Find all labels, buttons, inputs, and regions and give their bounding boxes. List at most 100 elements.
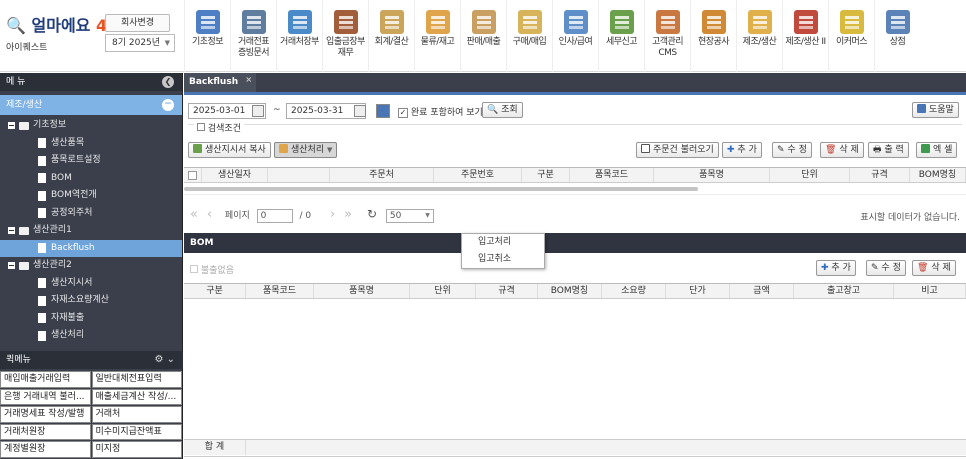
first-page-icon[interactable]: « bbox=[190, 207, 198, 222]
collapse-toggle-icon[interactable] bbox=[8, 262, 15, 270]
quick-menu-item[interactable]: 매출세금계산 작성/... bbox=[91, 388, 182, 405]
quick-menu: 매입매출거래입력 일반대체전표입력 은행 거래내역 불러... 매출세금계산 작성/.… bbox=[0, 371, 183, 459]
last-page-icon[interactable]: » bbox=[344, 207, 352, 222]
bom-add-button[interactable]: ✚ 추 가 bbox=[816, 260, 856, 276]
sidebar-item[interactable]: 생산품목 bbox=[0, 135, 182, 153]
company-change-button[interactable]: 회사변경 bbox=[105, 14, 170, 32]
include-done-checkbox[interactable]: ✓ 완료 포함하여 보기 bbox=[398, 105, 483, 118]
toolbar-item[interactable]: 거래처장부 bbox=[276, 0, 322, 72]
calendar-icon[interactable] bbox=[252, 105, 264, 117]
sidebar-item[interactable]: 자재소요량계산 bbox=[0, 292, 182, 310]
sidebar-item[interactable]: 공정외주처 bbox=[0, 205, 182, 223]
load-orders-button[interactable]: 주문건 불러오기 bbox=[636, 142, 719, 158]
menu-item-cancel-receive[interactable]: 입고취소 bbox=[462, 251, 544, 268]
toolbar-label: 회계/결산 bbox=[374, 37, 409, 47]
sidebar-item[interactable]: 자재불출 bbox=[0, 310, 182, 328]
tab-backflush[interactable]: Backflush × bbox=[184, 70, 257, 92]
toolbar-item[interactable]: 이커머스 bbox=[828, 0, 874, 72]
quick-menu-item[interactable]: 미지정 bbox=[91, 441, 182, 458]
toolbar-label: 제조/생산 II bbox=[785, 37, 826, 47]
sidebar-item[interactable]: BOM역전개 bbox=[0, 187, 182, 205]
add-button[interactable]: ✚ 추 가 bbox=[722, 142, 762, 158]
bom-delete-button[interactable]: 🗑 삭 제 bbox=[912, 260, 956, 276]
delete-button[interactable]: 🗑 삭 제 bbox=[820, 142, 864, 158]
quick-menu-item[interactable]: 미수미지급잔액표 bbox=[91, 423, 182, 440]
copy-order-button[interactable]: 생산지시서 복사 bbox=[188, 142, 271, 158]
sidebar-item[interactable]: 품목로트설정 bbox=[0, 152, 182, 170]
sidebar-item[interactable]: 생산관리2 bbox=[0, 257, 182, 275]
toolbar-item[interactable]: 입출금장부 재무 bbox=[322, 0, 368, 72]
select-all-checkbox[interactable] bbox=[184, 168, 202, 182]
next-page-icon[interactable]: › bbox=[330, 207, 335, 222]
search-icon: 🔍 bbox=[487, 105, 499, 115]
minus-icon[interactable]: − bbox=[162, 99, 174, 111]
process-dropdown-button[interactable]: 생산처리 ▼ bbox=[274, 142, 338, 158]
column-header: 단가 bbox=[666, 284, 730, 298]
sidebar-item[interactable]: Backflush bbox=[0, 239, 182, 257]
toolbar-item[interactable]: 세무신고 bbox=[598, 0, 644, 72]
search-button[interactable]: 🔍 조회 bbox=[482, 102, 523, 118]
toolbar-item[interactable]: 구매/매입 bbox=[506, 0, 552, 72]
module-icon bbox=[379, 10, 404, 34]
toolbar-label: 고객관리 CMS bbox=[651, 37, 684, 58]
column-header: 품목코드 bbox=[570, 168, 654, 182]
menu-item-receive[interactable]: 입고처리 bbox=[462, 234, 544, 251]
calendar-view-icon[interactable] bbox=[376, 104, 390, 118]
toolbar-item[interactable]: 거래전표 증빙문서 bbox=[230, 0, 276, 72]
page-size-select[interactable]: 50 ▼ bbox=[385, 209, 434, 223]
fiscal-year-select[interactable]: 8기 2025년 ▼ bbox=[105, 34, 175, 52]
close-icon[interactable]: × bbox=[245, 70, 252, 89]
toolbar-item[interactable]: 제조/생산 bbox=[736, 0, 782, 72]
prev-page-icon[interactable]: ‹ bbox=[207, 207, 212, 222]
quick-menu-item[interactable]: 거래처원장 bbox=[0, 423, 91, 440]
collapse-icon[interactable]: ❮ bbox=[162, 76, 174, 88]
quick-menu-item[interactable]: 거래처 bbox=[91, 406, 182, 423]
toolbar-item[interactable]: 현장공사 bbox=[690, 0, 736, 72]
column-header: 주문번호 bbox=[434, 168, 522, 182]
defective-checkbox[interactable]: 불출없음 bbox=[190, 263, 234, 276]
sidebar-item[interactable]: 생산처리 bbox=[0, 327, 182, 343]
toolbar-label: 제조/생산 bbox=[742, 37, 777, 47]
empty-message: 표시할 데이터가 없습니다. bbox=[860, 213, 960, 223]
bom-edit-button[interactable]: ✎ 수 정 bbox=[866, 260, 906, 276]
horizontal-scrollbar[interactable] bbox=[184, 183, 966, 195]
quick-menu-item[interactable]: 일반대체전표입력 bbox=[91, 371, 182, 388]
excel-button[interactable]: 엑 셀 bbox=[916, 142, 958, 158]
chevron-down-icon[interactable]: ⌄ bbox=[167, 354, 175, 365]
toolbar-item[interactable]: 기초정보 bbox=[184, 0, 230, 72]
column-header: 품목코드 bbox=[246, 284, 314, 298]
sidebar-item[interactable]: BOM bbox=[0, 170, 182, 188]
refresh-icon[interactable]: ↻ bbox=[367, 207, 377, 221]
collapse-toggle-icon[interactable] bbox=[8, 227, 15, 235]
plus-icon: ✚ bbox=[727, 145, 735, 155]
quick-menu-item[interactable]: 은행 거래내역 불러... bbox=[0, 388, 91, 405]
print-button[interactable]: 🖶 출 력 bbox=[868, 142, 909, 158]
collapse-toggle-icon[interactable] bbox=[8, 122, 15, 130]
calendar-icon[interactable] bbox=[354, 105, 366, 117]
pencil-icon: ✎ bbox=[777, 145, 785, 155]
toolbar-item[interactable]: 상점 bbox=[874, 0, 920, 72]
toolbar-item[interactable]: 물류/재고 bbox=[414, 0, 460, 72]
toolbar-item[interactable]: 회계/결산 bbox=[368, 0, 414, 72]
help-button[interactable]: 도움말 bbox=[912, 102, 959, 118]
toolbar-item[interactable]: 인사/급여 bbox=[552, 0, 598, 72]
sidebar-item[interactable]: 기초정보 bbox=[0, 117, 182, 135]
sidebar-item-label: 생산지시서 bbox=[51, 277, 93, 288]
search-condition-toggle[interactable]: 검색조건 bbox=[194, 121, 244, 134]
gear-icon[interactable]: ⚙ bbox=[154, 354, 163, 365]
column-header: 구분 bbox=[522, 168, 570, 182]
toolbar-item[interactable]: 고객관리 CMS bbox=[644, 0, 690, 72]
sidebar-item[interactable]: 생산관리1 bbox=[0, 222, 182, 240]
toolbar-item[interactable]: 판매/매출 bbox=[460, 0, 506, 72]
sidebar-item[interactable]: 생산지시서 bbox=[0, 275, 182, 293]
quick-menu-item[interactable]: 매입매출거래입력 bbox=[0, 371, 91, 388]
sidebar-category[interactable]: 제조/생산 − bbox=[0, 95, 182, 115]
page-input[interactable]: 0 bbox=[256, 209, 293, 223]
quick-menu-item[interactable]: 거래명세표 작성/발행 bbox=[0, 406, 91, 423]
bom-header: BOM bbox=[184, 233, 966, 253]
quick-menu-item[interactable]: 계정별원장 bbox=[0, 441, 91, 458]
main-panel: Backflush × 2025-03-01 ~ 2025-03-31 ✓ 완료 … bbox=[184, 73, 966, 459]
bom-grid-header: 구분 품목코드 품목명 단위 규격 BOM명칭 소요량 단가 금액 출고창고 비고 bbox=[184, 283, 966, 299]
toolbar-item[interactable]: 제조/생산 II bbox=[782, 0, 828, 72]
edit-button[interactable]: ✎ 수 정 bbox=[772, 142, 812, 158]
